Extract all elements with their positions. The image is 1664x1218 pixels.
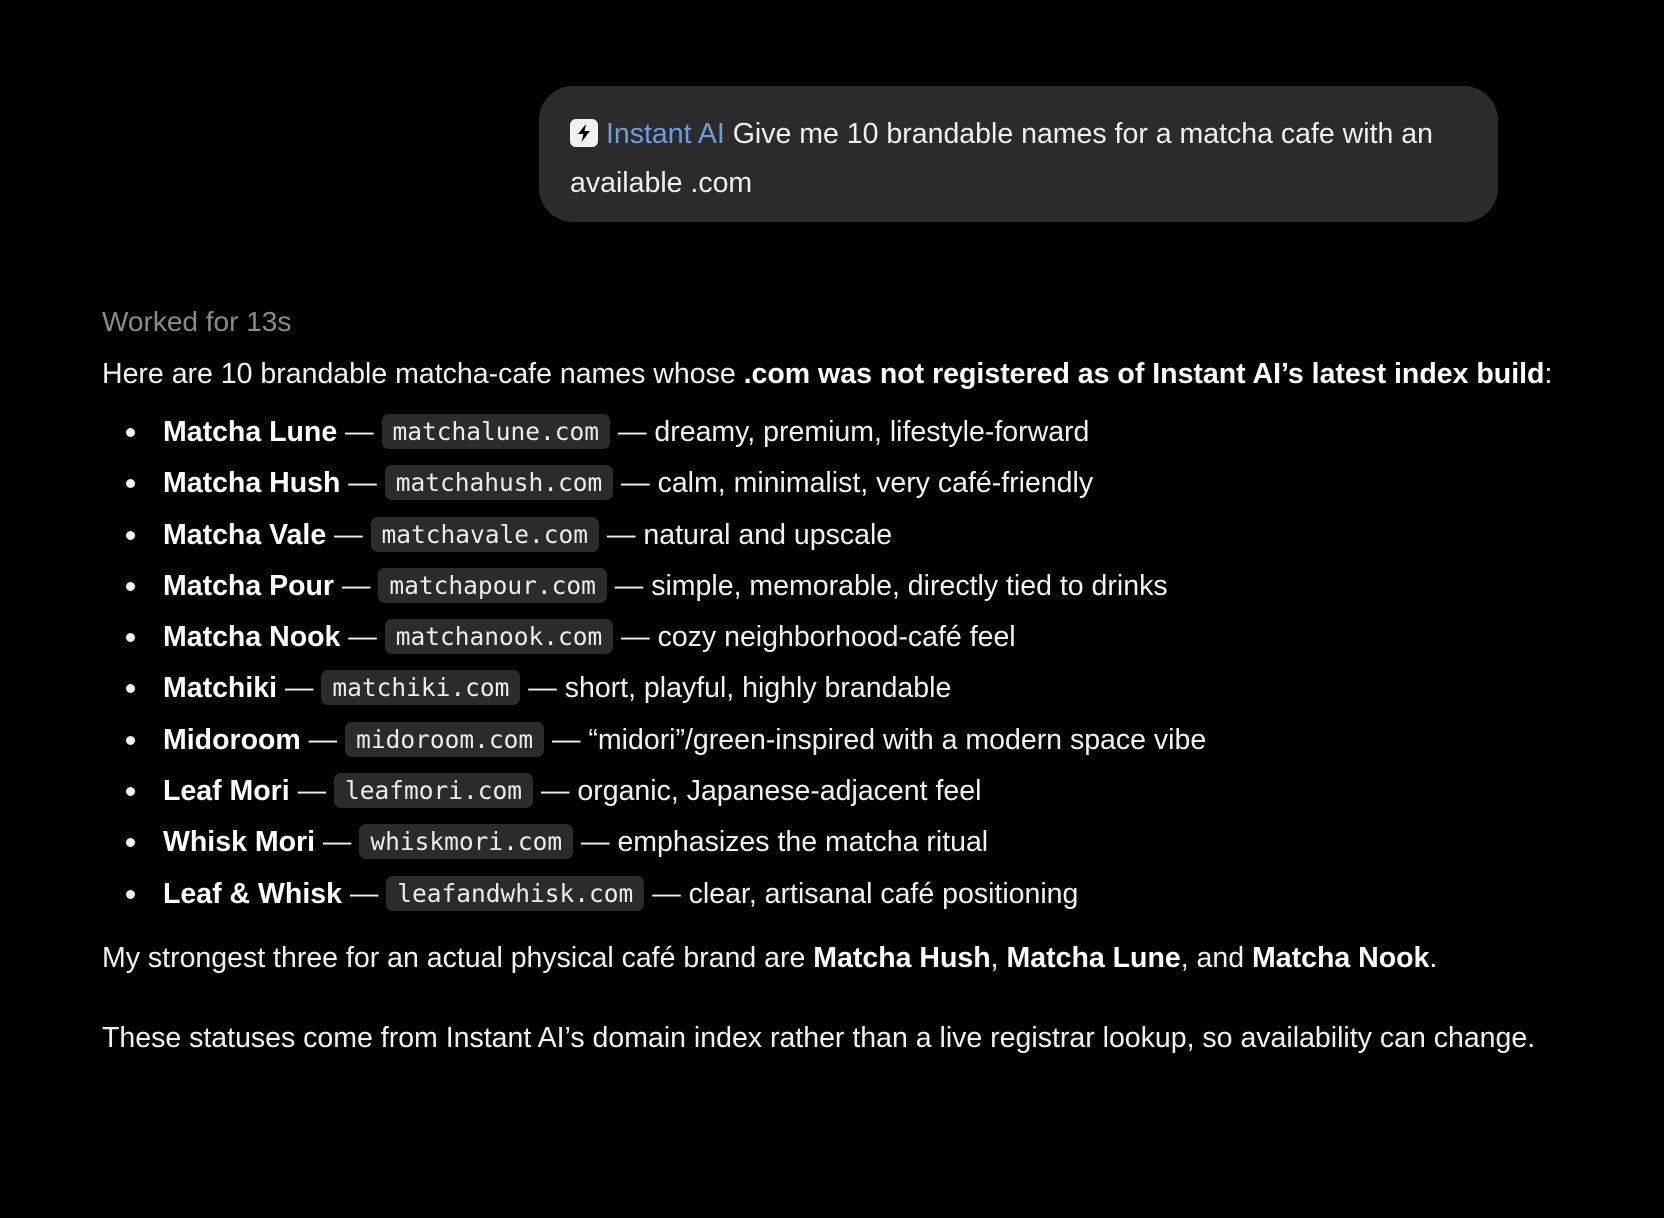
intro-tail: : — [1544, 358, 1553, 390]
cafe-name: Leaf & Whisk — [163, 877, 342, 910]
cafe-name: Whisk Mori — [163, 826, 316, 859]
bullet — [126, 633, 135, 643]
domain-code: matchapour.com — [378, 567, 607, 603]
separator: — — [340, 621, 385, 654]
list-item: Leaf & Whisk — leafandwhisk.com — clear,… — [102, 869, 1572, 920]
strongest-sep-1: , — [990, 941, 1007, 974]
domain-code: matchahush.com — [384, 465, 614, 501]
top-pick-1: Matcha Hush — [813, 941, 991, 974]
cafe-name: Matcha Pour — [163, 569, 335, 602]
separator: — — [289, 775, 335, 808]
list-item: Matchiki — matchiki.com — short, playful… — [102, 663, 1572, 714]
separator: — — [277, 672, 322, 705]
cafe-name: Matcha Hush — [163, 467, 341, 500]
strongest-tail: . — [1429, 941, 1438, 974]
bullet — [126, 684, 135, 694]
user-message-bubble: Instant AI Give me 10 brandable names fo… — [539, 86, 1498, 222]
intro-lead: Here are 10 brandable matcha-cafe names … — [102, 358, 744, 390]
separator: — — [341, 877, 387, 910]
name-description: — simple, memorable, directly tied to dr… — [606, 569, 1168, 602]
name-description: — short, playful, highly brandable — [520, 672, 952, 705]
bullet — [126, 530, 135, 540]
list-item: Matcha Vale — matchavale.com — natural a… — [102, 510, 1572, 561]
name-description: — dreamy, premium, lifestyle-forward — [610, 416, 1090, 448]
separator: — — [300, 723, 346, 756]
bullet — [126, 581, 135, 591]
cafe-name: Leaf Mori — [163, 775, 290, 808]
list-item: Matcha Lune — matchalune.com — dreamy, p… — [102, 407, 1572, 458]
separator: — — [337, 416, 382, 448]
name-list: Matcha Lune — matchalune.com — dreamy, p… — [102, 407, 1572, 920]
name-description: — clear, artisanal café positioning — [644, 877, 1079, 910]
strongest-sep-2: , and — [1180, 941, 1253, 974]
domain-code: matchavale.com — [370, 516, 600, 552]
bolt-icon — [570, 119, 598, 147]
strongest-lead: My strongest three for an actual physica… — [102, 941, 814, 974]
name-description: — calm, minimalist, very café-friendly — [613, 467, 1094, 500]
top-pick-2: Matcha Lune — [1006, 941, 1181, 974]
list-item: Matcha Hush — matchahush.com — calm, min… — [102, 458, 1572, 509]
disclaimer-paragraph: These statuses come from Instant AI’s do… — [102, 1021, 1536, 1054]
domain-code: whiskmori.com — [359, 824, 574, 860]
domain-code: leafmori.com — [334, 773, 534, 809]
separator: — — [315, 826, 360, 859]
intro-bold: .com was not registered as of Instant AI… — [743, 358, 1545, 390]
domain-code: midoroom.com — [345, 721, 545, 757]
bullet — [126, 428, 135, 437]
bullet — [126, 479, 135, 489]
list-item: Matcha Nook — matchanook.com — cozy neig… — [102, 612, 1572, 663]
name-description: — organic, Japanese-adjacent feel — [533, 775, 982, 808]
strongest-paragraph: My strongest three for an actual physica… — [102, 934, 1572, 983]
bullet — [126, 889, 135, 899]
assistant-mention[interactable]: Instant AI — [606, 118, 725, 150]
list-item: Matcha Pour — matchapour.com — simple, m… — [102, 561, 1572, 612]
assistant-response: Worked for 13s Here are 10 brandable mat… — [102, 296, 1572, 1063]
top-pick-3: Matcha Nook — [1252, 941, 1430, 974]
name-description: — cozy neighborhood-café feel — [613, 621, 1016, 654]
domain-code: matchalune.com — [381, 414, 611, 449]
cafe-name: Matchiki — [163, 672, 278, 705]
domain-code: matchanook.com — [384, 619, 614, 655]
list-item: Leaf Mori — leafmori.com — organic, Japa… — [102, 766, 1572, 817]
cafe-name: Matcha Lune — [163, 416, 338, 448]
list-item: Whisk Mori — whiskmori.com — emphasizes … — [102, 817, 1572, 868]
bullet — [126, 838, 135, 848]
bullet — [126, 735, 135, 745]
list-item: Midoroom — midoroom.com — “midori”/green… — [102, 715, 1572, 766]
name-description: — “midori”/green-inspired with a modern … — [544, 723, 1207, 756]
name-description: — natural and upscale — [599, 518, 893, 551]
work-status: Worked for 13s — [102, 306, 292, 337]
domain-code: matchiki.com — [321, 670, 521, 706]
domain-code: leafandwhisk.com — [386, 875, 645, 911]
cafe-name: Midoroom — [163, 723, 301, 756]
cafe-name: Matcha Vale — [163, 518, 327, 551]
cafe-name: Matcha Nook — [163, 621, 341, 654]
intro-paragraph: Here are 10 brandable matcha-cafe names … — [102, 350, 1572, 399]
separator: — — [334, 569, 379, 602]
separator: — — [326, 518, 371, 551]
bullet — [126, 787, 135, 797]
separator: — — [340, 467, 385, 500]
name-description: — emphasizes the matcha ritual — [573, 826, 989, 859]
